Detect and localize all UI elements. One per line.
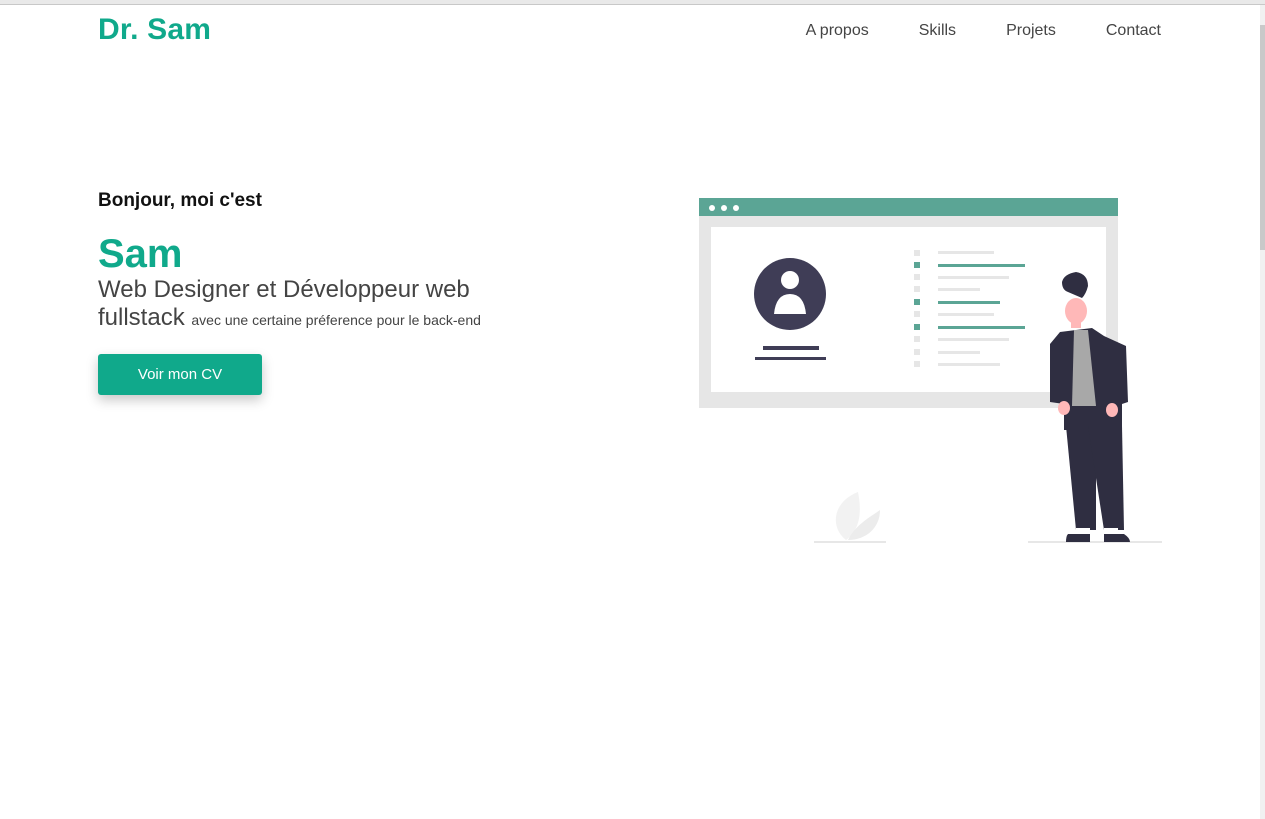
nav-link-contact[interactable]: Contact [1106, 22, 1161, 40]
nav-link-projets[interactable]: Projets [1006, 22, 1056, 40]
nav-link-skills[interactable]: Skills [919, 22, 956, 40]
hero-name: Sam [98, 232, 183, 276]
scrollbar[interactable] [1260, 5, 1265, 819]
window-dot-icon [733, 205, 739, 211]
profile-avatar-icon [754, 258, 826, 330]
window-dot-icon [721, 205, 727, 211]
hero-role-line1: Web Designer et Développeur web [98, 276, 470, 303]
scrollbar-thumb[interactable] [1260, 25, 1265, 250]
hero-role: Web Designer et Développeur web fullstac… [98, 276, 528, 334]
hero-role-suffix: avec une certaine préference pour le bac… [191, 312, 481, 328]
browser-top-border [0, 0, 1265, 5]
profile-name-line [763, 346, 819, 350]
browser-window-titlebar [699, 198, 1118, 216]
hero-greeting: Bonjour, moi c'est [98, 190, 262, 211]
hero-illustration [699, 198, 1162, 543]
hero-role-line2: fullstack [98, 304, 185, 331]
site-logo[interactable]: Dr. Sam [98, 13, 211, 47]
leaf-plant-icon [835, 492, 880, 540]
view-cv-button[interactable]: Voir mon CV [98, 354, 262, 395]
nav-link-apropos[interactable]: A propos [806, 22, 869, 40]
profile-subtitle-line [755, 357, 826, 360]
window-dot-icon [709, 205, 715, 211]
main-nav: A propos Skills Projets Contact [806, 22, 1161, 40]
